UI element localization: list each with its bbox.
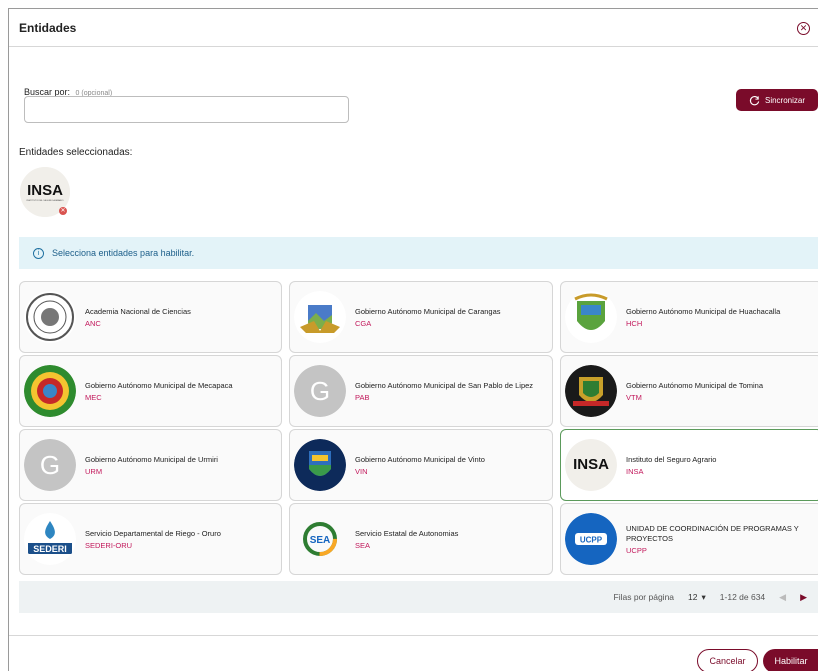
entity-text: Gobierno Autónomo Municipal de Carangas C…	[355, 307, 501, 328]
entities-dialog: Entidades ✕ Buscar por: 0 (opcional) Sin…	[8, 8, 818, 671]
entity-logo-text: SEDERI	[33, 544, 67, 554]
footer-divider	[9, 635, 818, 636]
entity-logo: INSA	[565, 439, 617, 491]
entity-text: Gobierno Autónomo Municipal de Vinto VIN	[355, 455, 485, 476]
dialog-header: Entidades ✕	[9, 9, 818, 47]
entity-logo-text: G	[310, 376, 330, 406]
entity-name: Instituto del Seguro Agrario	[626, 454, 717, 464]
entity-name: Gobierno Autónomo Municipal de Carangas	[355, 306, 501, 316]
entity-logo-text: SEA	[310, 535, 331, 546]
entity-text: Gobierno Autónomo Municipal de Huachacal…	[626, 307, 780, 328]
entity-logo: SEDERI	[24, 513, 76, 565]
entity-logo: SEA	[294, 513, 346, 565]
entity-code: SEDERI-ORU	[85, 540, 133, 550]
entity-code: INSA	[626, 466, 644, 476]
entity-text: Gobierno Autónomo Municipal de San Pablo…	[355, 381, 533, 402]
entity-name: Gobierno Autónomo Municipal de Mecapaca	[85, 380, 233, 390]
info-alert: i Selecciona entidades para habilitar.	[19, 237, 818, 269]
entity-code: UCPP	[626, 545, 647, 555]
entity-code: CGA	[355, 318, 372, 328]
entity-card[interactable]: SEA Servicio Estatal de Autonomias SEA	[289, 503, 553, 575]
pagination-bar: Filas por página 12 ▾ 1-12 de 634 ◀ ▶	[19, 581, 818, 613]
previous-page-icon[interactable]: ◀	[779, 592, 786, 603]
entity-text: Instituto del Seguro Agrario INSA	[626, 455, 716, 476]
entity-name: Gobierno Autónomo Municipal de Huachacal…	[626, 306, 781, 316]
entity-logo	[24, 365, 76, 417]
entity-card[interactable]: Gobierno Autónomo Municipal de Vinto VIN	[289, 429, 553, 501]
entity-logo	[24, 291, 76, 343]
entity-card[interactable]: INSA Instituto del Seguro Agrario INSA	[560, 429, 818, 501]
entity-logo-text: UCPP	[580, 536, 603, 545]
entity-logo	[294, 439, 346, 491]
entity-name: Gobierno Autónomo Municipal de Tomina	[626, 380, 764, 390]
entity-logo: G	[294, 365, 346, 417]
entity-code: PAB	[355, 392, 370, 402]
entity-logo: UCPP	[565, 513, 617, 565]
entity-code: ANC	[85, 318, 101, 328]
entity-card[interactable]: G Gobierno Autónomo Municipal de Urmiri UR…	[19, 429, 282, 501]
rows-per-page-label: Filas por página	[613, 592, 675, 602]
entity-logo	[565, 291, 617, 343]
sync-label: Sincronizar	[764, 95, 805, 105]
remove-chip-icon[interactable]: ✕	[59, 207, 67, 215]
dialog-title: Entidades	[19, 20, 77, 35]
entity-logo	[565, 365, 617, 417]
entity-name: Gobierno Autónomo Municipal de Vinto	[355, 454, 485, 464]
entity-card[interactable]: G Gobierno Autónomo Municipal de San Pabl…	[289, 355, 553, 427]
entity-logo: G	[24, 439, 76, 491]
entity-card[interactable]: Gobierno Autónomo Municipal de Tomina VTM	[560, 355, 818, 427]
search-input[interactable]	[24, 96, 349, 123]
entity-code: URM	[85, 466, 103, 476]
entity-code: SEA	[355, 540, 371, 550]
rows-per-page-select[interactable]: 12 ▾	[688, 592, 706, 603]
entity-text: Gobierno Autónomo Municipal de Urmiri URM	[85, 455, 218, 476]
entity-name: Servicio Estatal de Autonomias	[355, 528, 459, 538]
entity-code: VTM	[626, 392, 642, 402]
insa-logo-subtext: INSTITUTO DEL SEGURO AGRARIO	[27, 199, 64, 202]
entity-text: Gobierno Autónomo Municipal de Mecapaca M…	[85, 381, 233, 402]
entity-card[interactable]: Academia Nacional de Ciencias ANC	[19, 281, 282, 353]
entity-name: Gobierno Autónomo Municipal de San Pablo…	[355, 380, 534, 390]
entity-name: Gobierno Autónomo Municipal de Urmiri	[85, 454, 218, 464]
cancel-button[interactable]: Cancelar	[697, 649, 758, 671]
selected-entities-label: Entidades seleccionadas:	[19, 147, 133, 158]
entity-name: UNIDAD DE COORDINACIÓN DE PROGRAMAS Y PR…	[626, 523, 799, 543]
close-icon[interactable]: ✕	[797, 22, 810, 35]
entity-text: Academia Nacional de Ciencias ANC	[85, 307, 191, 328]
entity-card[interactable]: UCPP UNIDAD DE COORDINACIÓN DE PROGRAMAS …	[560, 503, 818, 575]
enable-button[interactable]: Habilitar	[763, 649, 818, 671]
next-page-icon[interactable]: ▶	[800, 592, 807, 603]
entity-card[interactable]: Gobierno Autónomo Municipal de Mecapaca M…	[19, 355, 282, 427]
entity-grid: Academia Nacional de Ciencias ANC Gobierno…	[19, 281, 818, 575]
pagination-range: 1-12 de 634	[719, 592, 766, 602]
entity-code: VIN	[355, 466, 368, 476]
sync-button[interactable]: Sincronizar	[736, 89, 818, 111]
info-text: Selecciona entidades para habilitar.	[52, 248, 195, 258]
entity-logo-text: G	[40, 450, 60, 480]
info-icon: i	[33, 247, 44, 259]
rows-per-page-value: 12	[688, 592, 698, 602]
entity-card[interactable]: Gobierno Autónomo Municipal de Huachacal…	[560, 281, 818, 353]
entity-name: Servicio Departamental de Riego - Oruro	[85, 528, 221, 538]
entity-code: MEC	[85, 392, 102, 402]
entity-card[interactable]: SEDERI Servicio Departamental de Riego - …	[19, 503, 282, 575]
entity-text: Servicio Estatal de Autonomias SEA	[355, 529, 458, 550]
entity-logo-text: INSA	[573, 456, 609, 473]
entity-name: Academia Nacional de Ciencias	[85, 306, 191, 316]
sync-icon	[749, 95, 760, 105]
entity-code: HCH	[626, 318, 643, 328]
entity-card[interactable]: Gobierno Autónomo Municipal de Carangas C…	[289, 281, 553, 353]
chevron-down-icon: ▾	[701, 591, 706, 602]
entity-logo	[294, 291, 346, 343]
entity-text: Gobierno Autónomo Municipal de Tomina VTM	[626, 381, 763, 402]
entity-text: Servicio Departamental de Riego - Oruro S…	[85, 529, 221, 550]
entity-text: UNIDAD DE COORDINACIÓN DE PROGRAMAS Y PR…	[626, 524, 811, 555]
insa-logo-text: INSA	[27, 182, 63, 199]
